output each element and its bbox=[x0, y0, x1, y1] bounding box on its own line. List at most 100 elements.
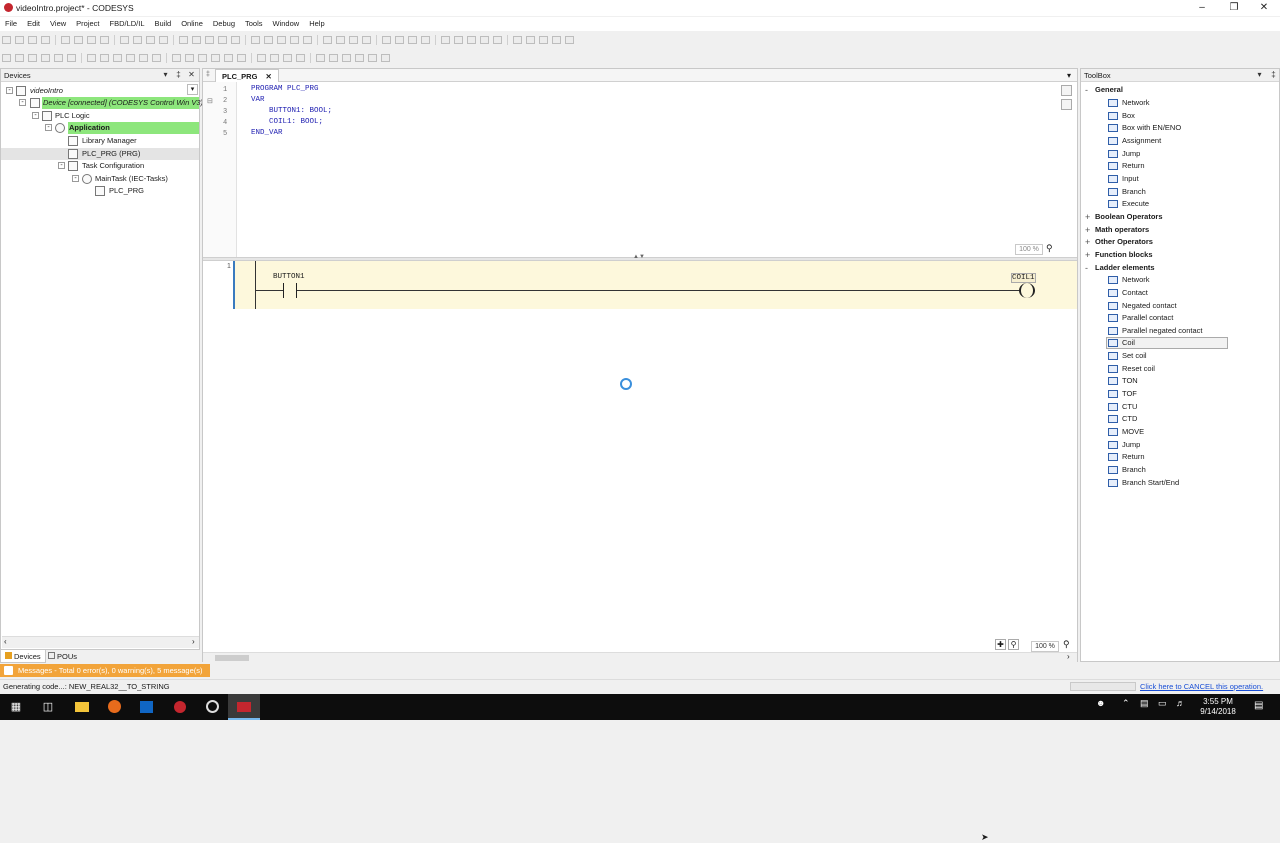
toolbox-category-function-blocks[interactable]: + Function blocks bbox=[1081, 249, 1279, 261]
tab-list-dropdown-icon[interactable]: ▾ bbox=[1067, 71, 1071, 80]
contact-variable-label[interactable]: BUTTON1 bbox=[273, 273, 305, 281]
toolbar-button-icon[interactable] bbox=[336, 36, 345, 44]
toolbox-item-ctd[interactable]: CTD bbox=[1081, 413, 1279, 425]
menu-project[interactable]: Project bbox=[71, 17, 104, 31]
toolbar-button-icon[interactable] bbox=[126, 54, 135, 62]
toolbar-button-icon[interactable] bbox=[54, 54, 63, 62]
tree-dropdown-icon[interactable]: ▾ bbox=[187, 84, 198, 95]
toolbox-item-reset-coil[interactable]: Reset coil bbox=[1081, 363, 1279, 375]
toolbox-item-negated-contact[interactable]: Negated contact bbox=[1081, 300, 1279, 312]
panel-dropdown-icon[interactable]: ▾ bbox=[1255, 70, 1264, 80]
toolbar-button-icon[interactable] bbox=[283, 54, 292, 62]
coil-variable-label[interactable]: COIL1 bbox=[1011, 273, 1036, 283]
toolbar-button-icon[interactable] bbox=[179, 36, 188, 44]
toolbox-item-ton[interactable]: TON bbox=[1081, 375, 1279, 387]
maximize-button[interactable]: ❐ bbox=[1218, 0, 1250, 16]
scroll-right-icon[interactable]: › bbox=[1067, 652, 1070, 661]
toolbox-item-execute[interactable]: Execute bbox=[1081, 198, 1279, 210]
tree-item-maintask[interactable]: - MainTask (IEC-Tasks) bbox=[1, 173, 186, 185]
toolbar-button-icon[interactable] bbox=[303, 36, 312, 44]
scroll-right-icon[interactable]: › bbox=[192, 637, 195, 646]
toolbar-button-icon[interactable] bbox=[421, 36, 430, 44]
toolbar-button-icon[interactable] bbox=[264, 36, 273, 44]
toolbox-category-other-operators[interactable]: + Other Operators bbox=[1081, 236, 1279, 248]
pin-icon[interactable]: ‡ bbox=[174, 70, 183, 80]
people-icon[interactable]: ☻ bbox=[1096, 698, 1105, 708]
toolbar-button-icon[interactable] bbox=[237, 54, 246, 62]
tab-pin-icon[interactable]: ‡ bbox=[206, 71, 210, 78]
tree-item-plc-logic[interactable]: - PLC Logic bbox=[1, 110, 186, 122]
toolbar-button-icon[interactable] bbox=[159, 36, 168, 44]
action-center-icon[interactable]: ▤ bbox=[1254, 700, 1263, 711]
codesys-taskbar-icon[interactable] bbox=[164, 694, 196, 720]
codesys-active-window-icon[interactable] bbox=[228, 694, 260, 720]
zoom-icon[interactable]: ⚲ bbox=[1046, 243, 1053, 254]
menu-view[interactable]: View bbox=[45, 17, 71, 31]
collapse-icon[interactable]: - bbox=[19, 99, 26, 106]
toolbox-item-parallel-negated-contact[interactable]: Parallel negated contact bbox=[1081, 325, 1279, 337]
fold-icon[interactable]: ⊟ bbox=[207, 97, 213, 105]
panel-dropdown-icon[interactable]: ▾ bbox=[161, 70, 170, 80]
toolbox-item-network[interactable]: Network bbox=[1081, 97, 1279, 109]
toolbar-button-icon[interactable] bbox=[539, 36, 548, 44]
toolbar-button-icon[interactable] bbox=[113, 54, 122, 62]
toolbox-item-branch[interactable]: Branch bbox=[1081, 186, 1279, 198]
toolbox-item-jump[interactable]: Jump bbox=[1081, 148, 1279, 160]
toolbox-item-parallel-contact[interactable]: Parallel contact bbox=[1081, 312, 1279, 324]
menu-debug[interactable]: Debug bbox=[208, 17, 240, 31]
toolbox-item-ladder-network[interactable]: Network bbox=[1081, 274, 1279, 286]
start-button-icon[interactable]: ▦ bbox=[0, 694, 32, 720]
toolbar-button-icon[interactable] bbox=[41, 54, 50, 62]
tree-item-application[interactable]: - Application bbox=[1, 122, 199, 134]
collapse-icon[interactable]: - bbox=[45, 124, 52, 131]
menu-file[interactable]: File bbox=[0, 17, 22, 31]
task-view-icon[interactable]: ◫ bbox=[32, 694, 64, 720]
tab-close-icon[interactable]: ✕ bbox=[266, 72, 272, 81]
toolbar-button-icon[interactable] bbox=[565, 36, 574, 44]
zoom-icon[interactable]: ⚲ bbox=[1063, 639, 1070, 650]
close-window-button[interactable]: ✕ bbox=[1248, 0, 1280, 16]
devices-horizontal-scrollbar[interactable]: ‹ › bbox=[2, 636, 199, 648]
toolbar-button-icon[interactable] bbox=[480, 36, 489, 44]
menu-tools[interactable]: Tools bbox=[240, 17, 268, 31]
toolbar-button-icon[interactable] bbox=[342, 54, 351, 62]
outlook-icon[interactable] bbox=[130, 694, 162, 720]
expand-icon[interactable]: + bbox=[1085, 236, 1090, 248]
contact-element[interactable] bbox=[283, 283, 297, 298]
toolbar-button-icon[interactable] bbox=[454, 36, 463, 44]
collapse-icon[interactable]: - bbox=[6, 87, 13, 94]
expand-icon[interactable]: + bbox=[1085, 211, 1090, 223]
cancel-operation-link[interactable]: Click here to CANCEL this operation. bbox=[1140, 682, 1263, 691]
toolbox-item-ladder-branch[interactable]: Branch bbox=[1081, 464, 1279, 476]
toolbar-button-icon[interactable] bbox=[526, 36, 535, 44]
toolbar-button-icon[interactable] bbox=[100, 54, 109, 62]
ladder-zoom-level[interactable]: 100 % bbox=[1031, 641, 1059, 652]
toolbox-item-set-coil[interactable]: Set coil bbox=[1081, 350, 1279, 362]
toolbar-button-icon[interactable] bbox=[552, 36, 561, 44]
tree-item-project[interactable]: - videoIntro bbox=[1, 85, 186, 97]
tree-item-task-configuration[interactable]: - Task Configuration bbox=[1, 160, 186, 172]
toolbar-button-icon[interactable] bbox=[355, 54, 364, 62]
obs-icon[interactable] bbox=[196, 694, 228, 720]
toolbar-button-icon[interactable] bbox=[467, 36, 476, 44]
toolbox-item-move[interactable]: MOVE bbox=[1081, 426, 1279, 438]
tabular-view-icon[interactable] bbox=[1061, 99, 1072, 110]
toolbox-category-general[interactable]: - General bbox=[1081, 84, 1279, 96]
tree-item-plc-prg-call[interactable]: PLC_PRG bbox=[1, 185, 186, 197]
panel-close-icon[interactable]: ✕ bbox=[187, 70, 196, 80]
toolbar-button-icon[interactable] bbox=[382, 36, 391, 44]
pan-tool-icon[interactable]: ✚ bbox=[995, 639, 1006, 650]
toolbar-button-icon[interactable] bbox=[270, 54, 279, 62]
toolbox-item-ctu[interactable]: CTU bbox=[1081, 401, 1279, 413]
menu-window[interactable]: Window bbox=[268, 17, 305, 31]
toolbox-item-box[interactable]: Box bbox=[1081, 110, 1279, 122]
collapse-icon[interactable]: - bbox=[32, 112, 39, 119]
toolbar-button-icon[interactable] bbox=[224, 54, 233, 62]
toolbar-button-icon[interactable] bbox=[218, 36, 227, 44]
toolbox-category-boolean-operators[interactable]: + Boolean Operators bbox=[1081, 211, 1279, 223]
toolbox-item-branch-start-end[interactable]: Branch Start/End bbox=[1081, 477, 1279, 489]
toolbar-button-icon[interactable] bbox=[198, 54, 207, 62]
toolbar-button-icon[interactable] bbox=[28, 36, 37, 44]
expand-icon[interactable]: + bbox=[1085, 224, 1090, 236]
volume-icon[interactable]: ♬ bbox=[1176, 698, 1185, 708]
